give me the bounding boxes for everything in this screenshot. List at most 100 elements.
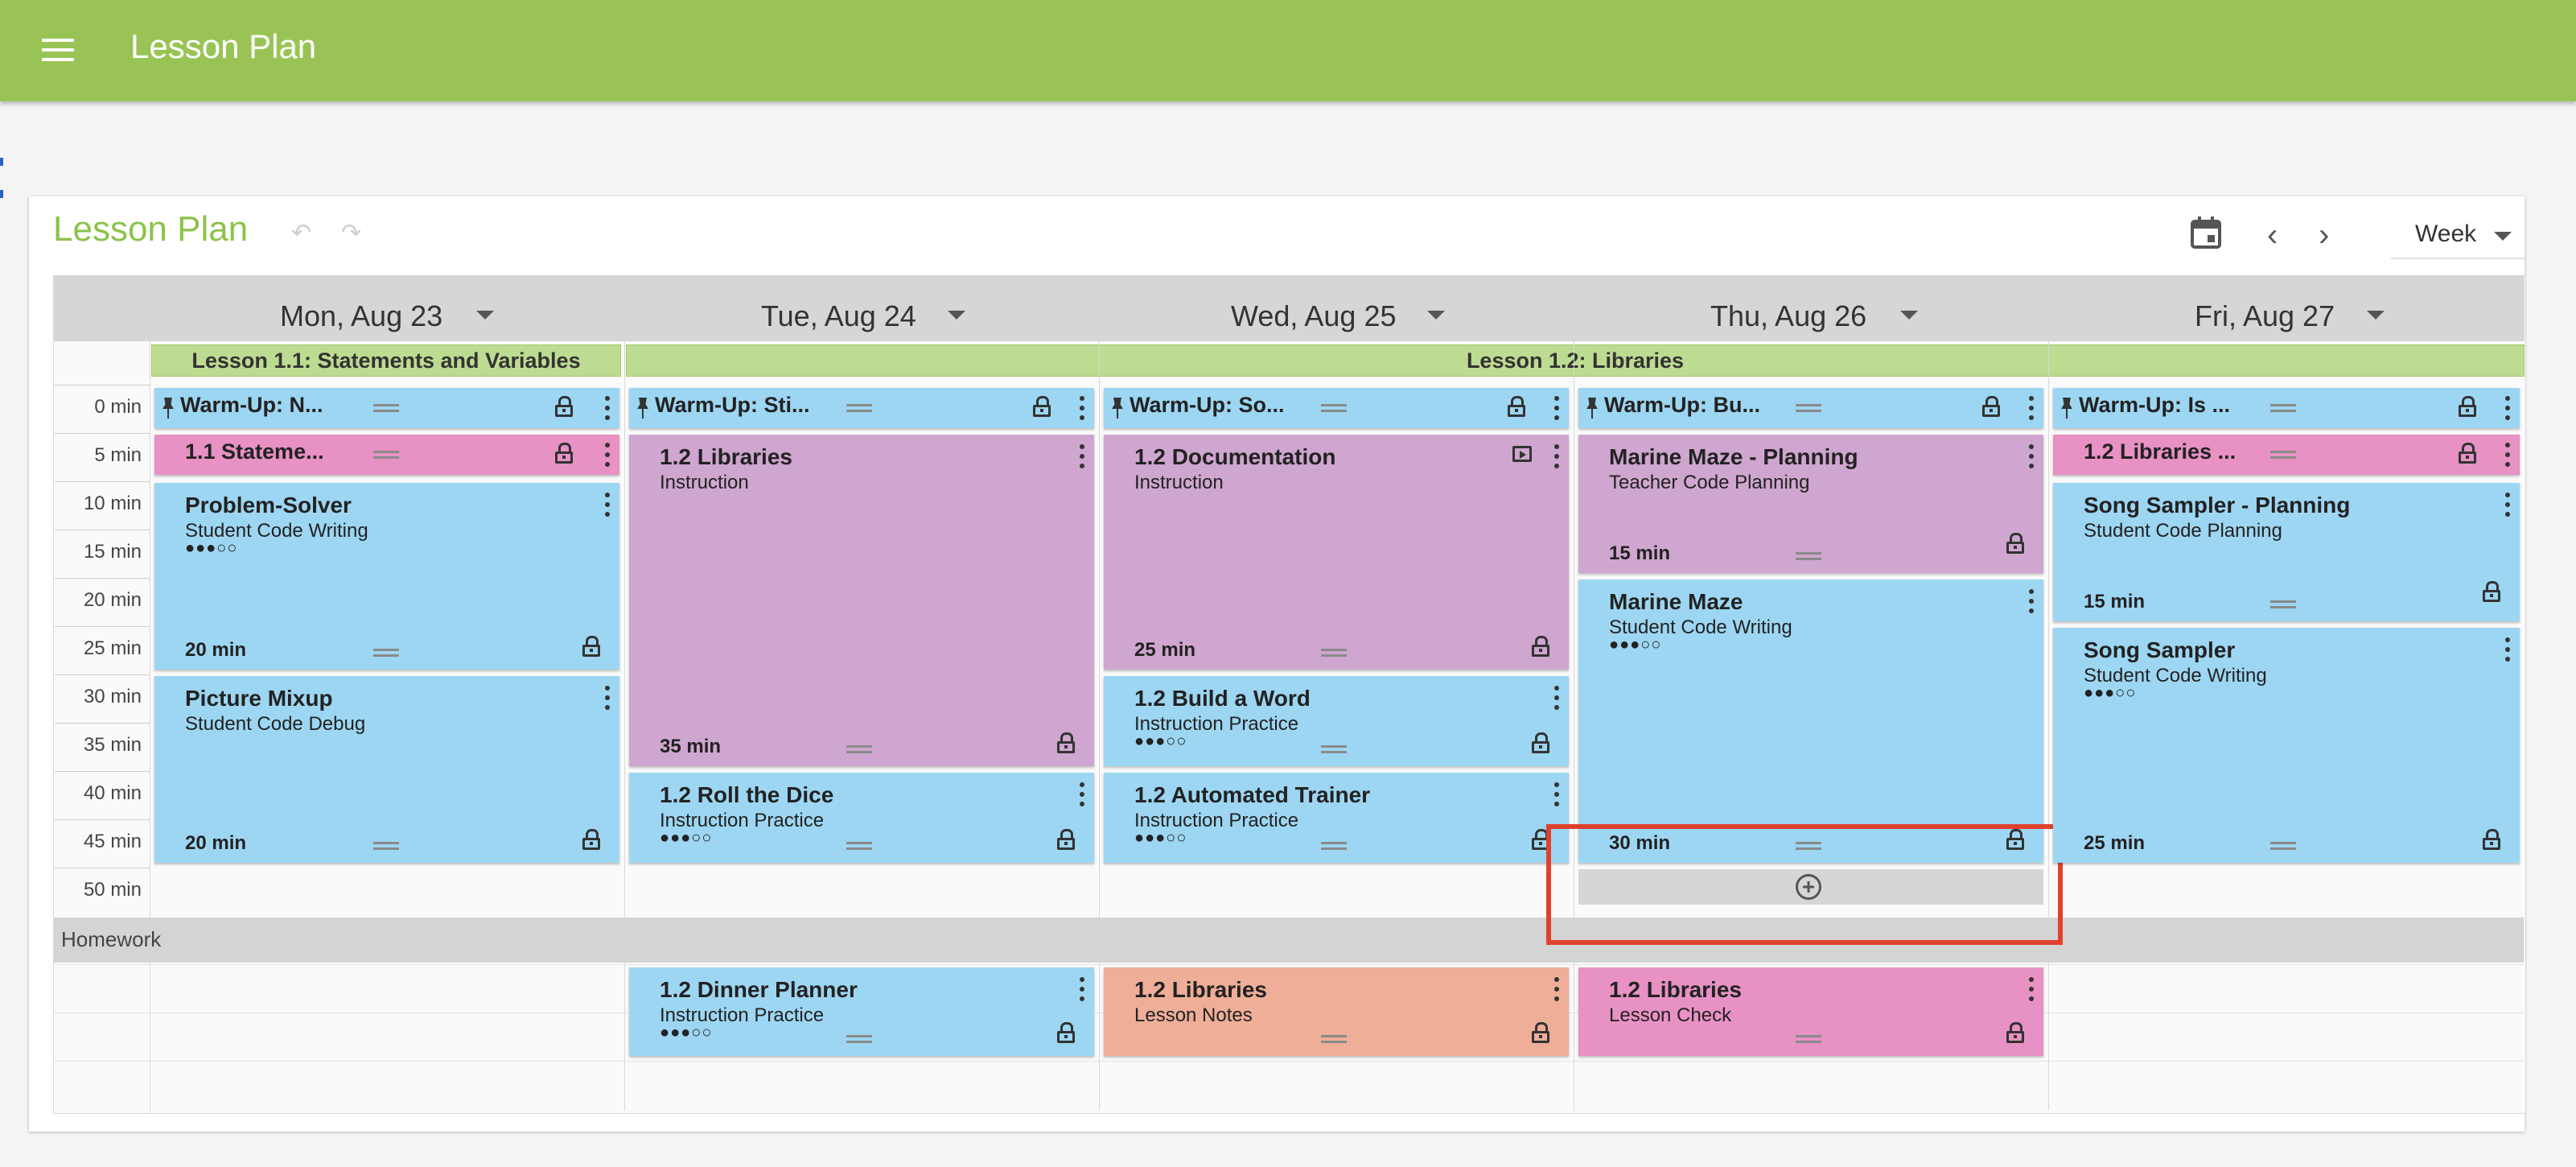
activity-block[interactable]: Song Sampler Student Code Writing ●●●○○ …	[2053, 628, 2520, 863]
drag-handle-icon[interactable]	[1321, 842, 1347, 850]
undo-icon[interactable]: ↶	[291, 219, 315, 246]
more-options-icon[interactable]	[605, 493, 610, 517]
lock-icon[interactable]	[2459, 443, 2476, 464]
day-label-tue[interactable]: Tue, Aug 24	[761, 299, 916, 333]
more-options-icon[interactable]	[2505, 443, 2510, 467]
drag-handle-icon[interactable]	[1796, 404, 1821, 412]
drag-handle-icon[interactable]	[846, 745, 872, 753]
more-options-icon[interactable]	[2505, 493, 2510, 517]
more-options-icon[interactable]	[605, 396, 610, 420]
day-label-thu[interactable]: Thu, Aug 26	[1710, 299, 1866, 333]
more-options-icon[interactable]	[2505, 637, 2510, 662]
more-options-icon[interactable]	[1554, 977, 1559, 1001]
chevron-left-icon[interactable]: ‹	[2267, 217, 2278, 254]
lock-icon[interactable]	[1033, 396, 1051, 417]
activity-block[interactable]: Marine Maze Student Code Writing ●●●○○ 3…	[1578, 579, 2043, 863]
day-label-fri[interactable]: Fri, Aug 27	[2195, 299, 2335, 333]
drag-handle-icon[interactable]	[373, 649, 399, 657]
drag-handle-icon[interactable]	[846, 404, 872, 412]
redo-icon[interactable]: ↷	[341, 219, 365, 246]
day-label-wed[interactable]: Wed, Aug 25	[1231, 299, 1397, 333]
activity-block[interactable]: 1.2 Libraries Instruction 35 min	[629, 435, 1094, 766]
drag-handle-icon[interactable]	[1321, 649, 1347, 657]
more-options-icon[interactable]	[605, 443, 610, 467]
lock-icon[interactable]	[2006, 533, 2024, 554]
lock-icon[interactable]	[2459, 396, 2476, 417]
drag-handle-icon[interactable]	[1321, 404, 1347, 412]
drag-handle-icon[interactable]	[1321, 745, 1347, 753]
activity-block[interactable]: Marine Maze - Planning Teacher Code Plan…	[1578, 435, 2043, 573]
drag-handle-icon[interactable]	[846, 842, 872, 850]
lock-icon[interactable]	[555, 443, 573, 464]
activity-block[interactable]: Picture Mixup Student Code Debug 20 min	[154, 676, 619, 863]
lock-icon[interactable]	[1532, 636, 1549, 657]
activity-block[interactable]: Song Sampler - Planning Student Code Pla…	[2053, 483, 2520, 621]
lock-icon[interactable]	[582, 636, 600, 657]
more-options-icon[interactable]	[2505, 396, 2510, 420]
activity-block[interactable]: 1.2 Roll the Dice Instruction Practice ●…	[629, 773, 1094, 863]
lock-icon[interactable]	[1057, 732, 1075, 753]
more-options-icon[interactable]	[1554, 396, 1559, 420]
lock-icon[interactable]	[1532, 1022, 1549, 1043]
drag-handle-icon[interactable]	[1321, 1035, 1347, 1043]
lock-icon[interactable]	[2006, 1022, 2024, 1043]
drag-handle-icon[interactable]	[373, 404, 399, 412]
drag-handle-icon[interactable]	[2270, 451, 2296, 459]
activity-block-warmup[interactable]: Warm-Up: So...	[1104, 388, 1569, 428]
activity-block-lesson[interactable]: 1.2 Libraries ...	[2053, 435, 2520, 475]
chevron-down-icon[interactable]	[948, 311, 965, 320]
activity-block[interactable]: 1.2 Automated Trainer Instruction Practi…	[1104, 773, 1569, 863]
more-options-icon[interactable]	[2029, 396, 2034, 420]
homework-block[interactable]: 1.2 Dinner Planner Instruction Practice …	[629, 967, 1094, 1056]
chevron-down-icon[interactable]	[1900, 311, 1918, 320]
chevron-down-icon[interactable]	[476, 311, 494, 320]
activity-block[interactable]: 1.2 Documentation Instruction 25 min	[1104, 435, 1569, 670]
pin-icon[interactable]	[637, 398, 648, 419]
lock-icon[interactable]	[2483, 829, 2500, 850]
drag-handle-icon[interactable]	[846, 1035, 872, 1043]
lock-icon[interactable]	[1532, 732, 1549, 753]
activity-block-warmup[interactable]: Warm-Up: N...	[154, 388, 619, 428]
drag-handle-icon[interactable]	[2270, 600, 2296, 608]
calendar-icon[interactable]	[2190, 216, 2222, 249]
view-select[interactable]: Week	[2391, 211, 2526, 259]
homework-block[interactable]: 1.2 Libraries Lesson Notes	[1104, 967, 1569, 1056]
more-options-icon[interactable]	[2029, 977, 2034, 1001]
more-options-icon[interactable]	[1080, 782, 1084, 806]
activity-block[interactable]: 1.2 Build a Word Instruction Practice ●●…	[1104, 676, 1569, 766]
lesson-banner-1-2[interactable]: Lesson 1.2: Libraries	[626, 344, 2525, 377]
menu-icon[interactable]	[42, 35, 76, 64]
lock-icon[interactable]	[582, 829, 600, 850]
more-options-icon[interactable]	[1080, 444, 1084, 468]
more-options-icon[interactable]	[1080, 977, 1084, 1001]
activity-block-warmup[interactable]: Warm-Up: Bu...	[1578, 388, 2043, 428]
pin-icon[interactable]	[2061, 398, 2072, 419]
activity-block[interactable]: Problem-Solver Student Code Writing ●●●○…	[154, 483, 619, 670]
drag-handle-icon[interactable]	[2270, 842, 2296, 850]
more-options-icon[interactable]	[1554, 444, 1559, 468]
chevron-right-icon[interactable]: ›	[2319, 217, 2329, 254]
more-options-icon[interactable]	[1080, 396, 1084, 420]
activity-block-warmup[interactable]: Warm-Up: Is ...	[2053, 388, 2520, 428]
drag-handle-icon[interactable]	[373, 842, 399, 850]
more-options-icon[interactable]	[1554, 686, 1559, 710]
lock-icon[interactable]	[1982, 396, 2000, 417]
chevron-down-icon[interactable]	[1427, 311, 1445, 320]
lock-icon[interactable]	[1508, 396, 1525, 417]
lesson-banner-1-1[interactable]: Lesson 1.1: Statements and Variables	[151, 344, 621, 377]
activity-block-warmup[interactable]: Warm-Up: Sti...	[629, 388, 1094, 428]
lock-icon[interactable]	[2483, 581, 2500, 602]
more-options-icon[interactable]	[1554, 782, 1559, 806]
lock-icon[interactable]	[1057, 1022, 1075, 1043]
drag-handle-icon[interactable]	[373, 451, 399, 459]
day-label-mon[interactable]: Mon, Aug 23	[280, 299, 442, 333]
pin-icon[interactable]	[163, 398, 174, 419]
more-options-icon[interactable]	[605, 686, 610, 710]
drag-handle-icon[interactable]	[1796, 1035, 1821, 1043]
drag-handle-icon[interactable]	[1796, 552, 1821, 560]
more-options-icon[interactable]	[2029, 589, 2034, 613]
presentation-icon[interactable]	[1512, 446, 1532, 462]
pin-icon[interactable]	[1586, 398, 1598, 419]
homework-block[interactable]: 1.2 Libraries Lesson Check	[1578, 967, 2043, 1056]
lock-icon[interactable]	[1057, 829, 1075, 850]
